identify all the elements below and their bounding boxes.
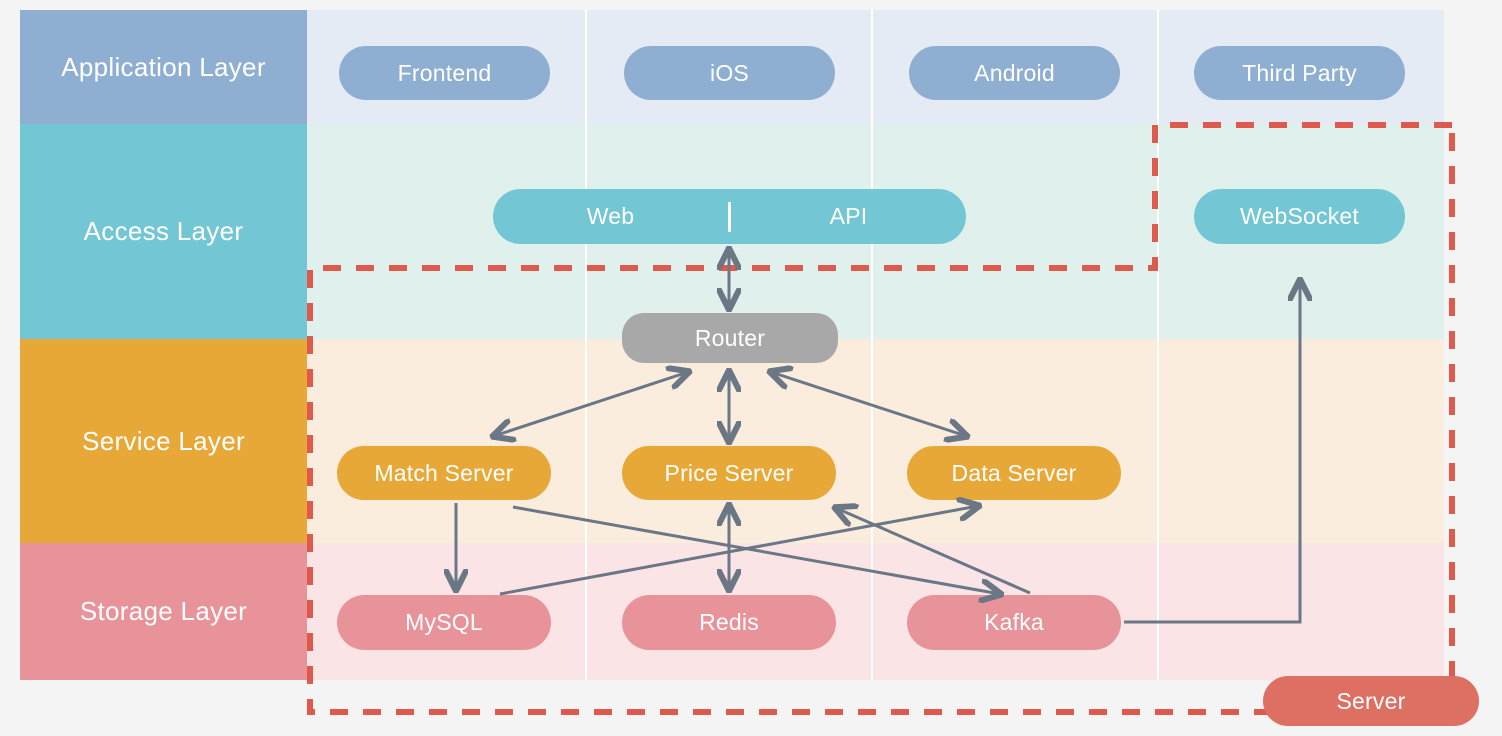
node-price-server[interactable]: Price Server <box>622 446 836 500</box>
node-mysql[interactable]: MySQL <box>337 595 551 650</box>
service-cell-1 <box>307 339 585 543</box>
node-web-api[interactable]: Web API <box>493 189 966 244</box>
service-cell-4 <box>1157 339 1444 543</box>
web-api-inner: Web API <box>493 201 966 232</box>
layer-row-service: Service Layer <box>20 339 1444 543</box>
storage-cell-4 <box>1157 543 1444 680</box>
node-ios[interactable]: iOS <box>624 46 835 100</box>
service-cell-3 <box>871 339 1157 543</box>
node-frontend[interactable]: Frontend <box>339 46 550 100</box>
service-cell-2 <box>585 339 871 543</box>
node-data-server[interactable]: Data Server <box>907 446 1121 500</box>
node-kafka[interactable]: Kafka <box>907 595 1121 650</box>
node-websocket[interactable]: WebSocket <box>1194 189 1405 244</box>
node-third-party[interactable]: Third Party <box>1194 46 1405 100</box>
server-legend-label: Server <box>1263 676 1479 726</box>
layer-label-access: Access Layer <box>20 124 307 339</box>
web-api-label-api: API <box>829 203 868 229</box>
web-api-label-web: Web <box>586 203 635 229</box>
node-redis[interactable]: Redis <box>622 595 836 650</box>
node-router[interactable]: Router <box>622 313 838 363</box>
node-android[interactable]: Android <box>909 46 1120 100</box>
architecture-diagram: Application Layer Access Layer Service L… <box>0 0 1502 736</box>
layer-label-storage: Storage Layer <box>20 543 307 680</box>
layer-label-application: Application Layer <box>20 10 307 124</box>
layer-body-service <box>307 339 1444 543</box>
node-match-server[interactable]: Match Server <box>337 446 551 500</box>
layer-label-service: Service Layer <box>20 339 307 543</box>
